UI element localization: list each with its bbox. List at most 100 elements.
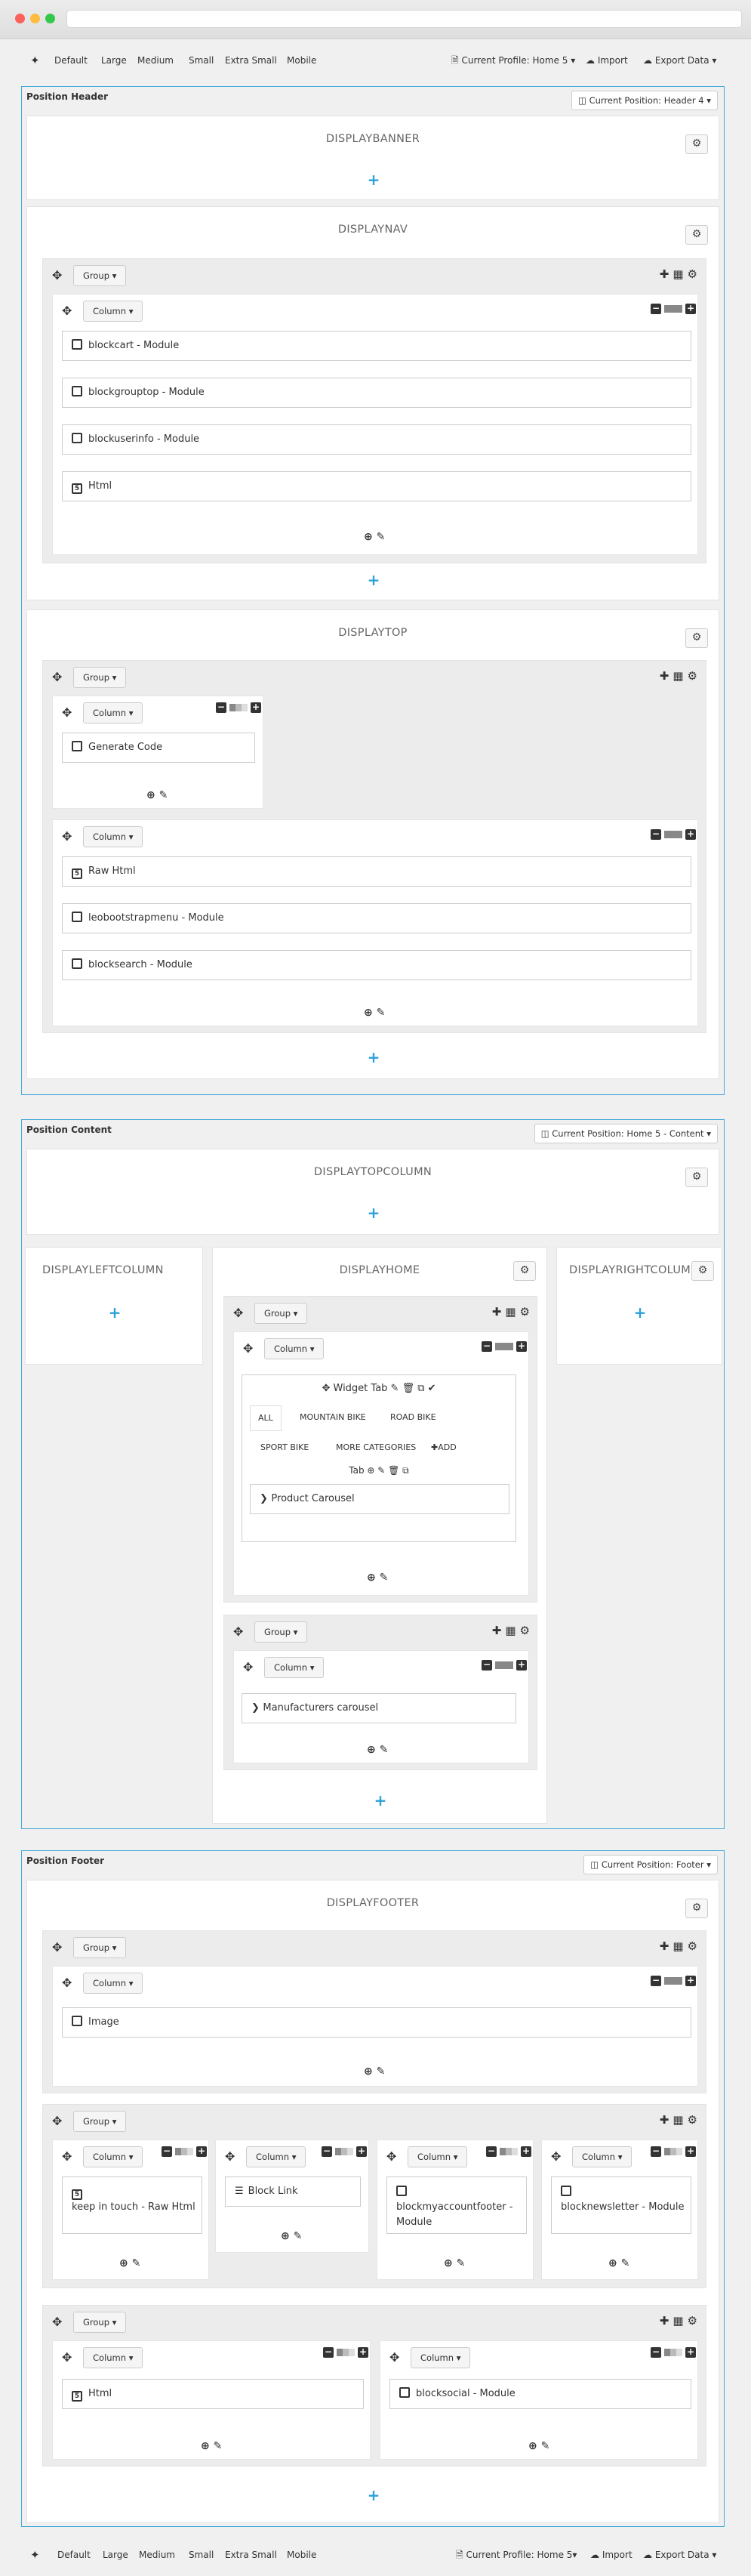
add-edit-tools[interactable]: ⊕ ✎ [367,1745,388,1755]
add-edit-tools[interactable]: ⊕ ✎ [367,1572,388,1583]
group-dropdown[interactable]: Group ▾ [73,2312,127,2333]
module-item[interactable]: blocksearch - Module [62,950,691,980]
module-item[interactable]: blocksocial - Module [389,2379,691,2409]
current-position-footer-dropdown[interactable]: ◫ Current Position: Footer ▾ [583,1855,718,1874]
column-width-tools[interactable]: − + [162,2146,207,2157]
address-bar[interactable] [66,10,742,28]
column-dropdown[interactable]: Column ▾ [83,2146,143,2167]
module-item[interactable]: blockuserinfo - Module [62,424,691,455]
column-dropdown[interactable]: Column ▾ [83,702,143,723]
export-data-dropdown[interactable]: ☁ Export Data ▾ [643,2534,716,2576]
column-width-tools[interactable]: − + [216,702,261,713]
gear-icon[interactable]: ⚙ [513,1261,536,1281]
add-edit-tools[interactable]: ⊕ ✎ [201,2441,222,2451]
device-large[interactable]: Large [101,39,127,82]
add-edit-tools[interactable]: ⊕ ✎ [528,2441,549,2451]
group-tools[interactable]: ✚▦⚙ [660,268,701,280]
module-item[interactable]: 5 Html [62,2379,364,2409]
column-dropdown[interactable]: Column ▾ [411,2347,471,2368]
column-dropdown[interactable]: Column ▾ [264,1338,325,1359]
magic-wand-icon[interactable]: ✦ [30,2534,40,2576]
tab-tools[interactable]: Tab ⊕ ✎ 🗑 ⧉ [242,1463,516,1478]
column-dropdown[interactable]: Column ▾ [83,826,143,847]
close-dot-icon[interactable] [15,14,25,23]
move-icon[interactable]: ✥ [322,1383,333,1394]
module-item[interactable]: Generate Code [62,733,255,763]
tab-mountain-bike[interactable]: MOUNTAIN BIKE [300,1405,366,1431]
widget-tab-tools[interactable]: ✎ 🗑 ⧉ ✔ [387,1383,436,1394]
move-icon[interactable]: ✥ [62,831,72,843]
gear-icon[interactable]: ⚙ [691,1261,714,1281]
module-item[interactable]: blockgrouptop - Module [62,378,691,408]
export-data-dropdown[interactable]: ☁ Export Data ▾ [643,39,716,82]
gear-icon[interactable]: ⚙ [685,1168,708,1187]
tab-road-bike[interactable]: ROAD BIKE [390,1405,436,1431]
group-tools[interactable]: ✚▦⚙ [492,1624,534,1637]
add-group-plus-icon[interactable]: + [366,2488,381,2503]
move-icon[interactable]: ✥ [386,2151,396,2163]
module-item[interactable]: Image [62,2007,691,2038]
column-width-tools[interactable]: − + [651,829,696,840]
module-item[interactable]: blocknewsletter - Module [551,2176,691,2234]
module-item[interactable]: blockcart - Module [62,331,691,361]
column-width-tools[interactable]: − + [651,2146,696,2157]
tab-sport-bike[interactable]: SPORT BIKE [260,1436,309,1461]
add-edit-tools[interactable]: ⊕ ✎ [119,2258,140,2269]
tab-all[interactable]: ALL [250,1405,282,1431]
device-small[interactable]: Small [189,2534,214,2576]
device-medium[interactable]: Medium [137,39,174,82]
import-button[interactable]: ☁ Import [590,2534,633,2576]
move-icon[interactable]: ✥ [389,2352,399,2364]
module-item[interactable]: ☰ Block Link [225,2176,361,2207]
add-group-plus-icon[interactable]: + [633,1305,648,1320]
current-profile-dropdown[interactable]: 🗎 Current Profile: Home 5 ▾ [451,39,575,82]
column-width-tools[interactable]: − + [651,2347,696,2358]
current-position-header-dropdown[interactable]: ◫ Current Position: Header 4 ▾ [571,91,718,110]
device-mobile[interactable]: Mobile [287,2534,316,2576]
module-item[interactable]: 5 keep in touch - Raw Html [62,2176,202,2234]
maximize-dot-icon[interactable] [45,14,55,23]
gear-icon[interactable]: ⚙ [685,1899,708,1918]
module-item[interactable]: leobootstrapmenu - Module [62,903,691,933]
column-dropdown[interactable]: Column ▾ [83,301,143,322]
add-edit-tools[interactable]: ⊕ ✎ [281,2231,302,2241]
group-dropdown[interactable]: Group ▾ [254,1621,308,1643]
add-group-plus-icon[interactable]: + [366,172,381,187]
add-edit-tools[interactable]: ⊕ ✎ [444,2258,465,2269]
move-icon[interactable]: ✥ [243,1661,253,1674]
gear-icon[interactable]: ⚙ [685,628,708,648]
gear-icon[interactable]: ⚙ [685,134,708,154]
move-icon[interactable]: ✥ [62,2352,72,2364]
group-dropdown[interactable]: Group ▾ [73,265,127,286]
group-dropdown[interactable]: Group ▾ [254,1303,308,1324]
add-group-plus-icon[interactable]: + [107,1305,122,1320]
minimize-dot-icon[interactable] [30,14,40,23]
device-mobile[interactable]: Mobile [287,39,316,82]
add-group-plus-icon[interactable]: + [366,1205,381,1220]
add-group-plus-icon[interactable]: + [366,572,381,588]
column-width-tools[interactable]: − + [323,2347,368,2358]
move-icon[interactable]: ✥ [243,1343,253,1355]
module-item[interactable]: 5 Html [62,471,691,501]
group-dropdown[interactable]: Group ▾ [73,667,127,688]
module-item[interactable]: 5 Raw Html [62,856,691,887]
device-extra-small[interactable]: Extra Small [225,2534,277,2576]
column-width-tools[interactable]: − + [651,1976,696,1986]
group-tools[interactable]: ✚▦⚙ [660,1940,701,1952]
column-width-tools[interactable]: − + [482,1341,527,1352]
device-medium[interactable]: Medium [139,2534,175,2576]
move-icon[interactable]: ✥ [225,2151,235,2163]
device-large[interactable]: Large [103,2534,128,2576]
column-dropdown[interactable]: Column ▾ [572,2146,633,2167]
group-dropdown[interactable]: Group ▾ [73,2111,127,2132]
move-icon[interactable]: ✥ [233,1626,243,1638]
add-tab-button[interactable]: ✚ADD [431,1436,457,1461]
device-extra-small[interactable]: Extra Small [225,39,277,82]
column-width-tools[interactable]: − + [651,304,696,314]
move-icon[interactable]: ✥ [52,1942,62,1954]
add-edit-tools[interactable]: ⊕ ✎ [608,2258,629,2269]
group-tools[interactable]: ✚▦⚙ [492,1306,534,1318]
column-dropdown[interactable]: Column ▾ [408,2146,468,2167]
column-width-tools[interactable]: − + [482,1660,527,1671]
add-edit-tools[interactable]: ⊕ ✎ [364,1007,385,1018]
